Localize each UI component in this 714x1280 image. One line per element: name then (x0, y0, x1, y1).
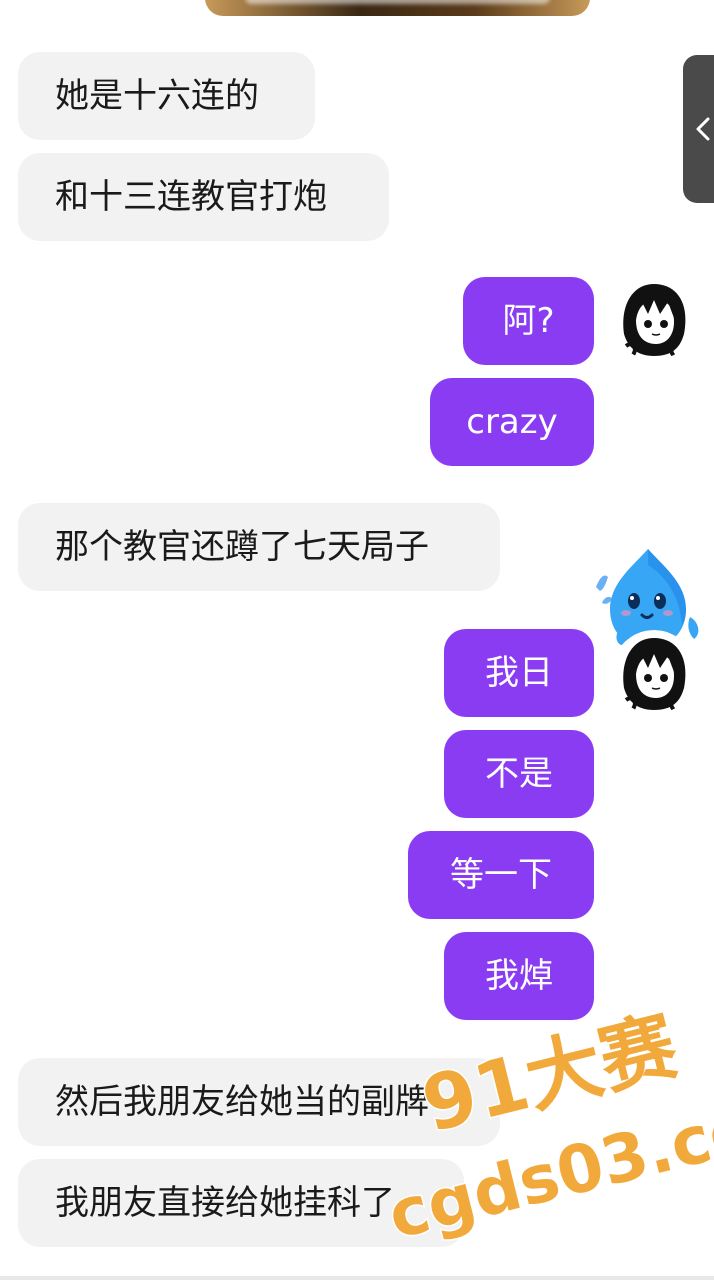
message-bubble-sent[interactable]: 等一下 (408, 831, 594, 919)
message-bubble-sent[interactable]: 阿? (463, 277, 594, 365)
message-bubble-received[interactable]: 我朋友直接给她挂科了 (18, 1159, 464, 1247)
bottom-divider (0, 1276, 714, 1280)
side-collapse-tab[interactable] (683, 55, 714, 203)
chevron-left-icon (696, 117, 710, 141)
top-banner (205, 0, 590, 16)
message-bubble-sent[interactable]: crazy (430, 378, 594, 466)
message-bubble-sent[interactable]: 不是 (444, 730, 594, 818)
anime-girl-avatar-icon (612, 276, 696, 360)
user-avatar[interactable] (612, 630, 696, 714)
user-avatar[interactable] (612, 276, 696, 360)
message-bubble-sent[interactable]: 我焯 (444, 932, 594, 1020)
message-bubble-received[interactable]: 然后我朋友给她当的副牌 (18, 1058, 500, 1146)
message-bubble-received[interactable]: 她是十六连的 (18, 52, 315, 140)
anime-girl-avatar-icon (612, 630, 696, 714)
message-bubble-received[interactable]: 那个教官还蹲了七天局子 (18, 503, 500, 591)
message-bubble-received[interactable]: 和十三连教官打炮 (18, 153, 389, 241)
message-bubble-sent[interactable]: 我日 (444, 629, 594, 717)
top-banner-text (245, 0, 550, 4)
